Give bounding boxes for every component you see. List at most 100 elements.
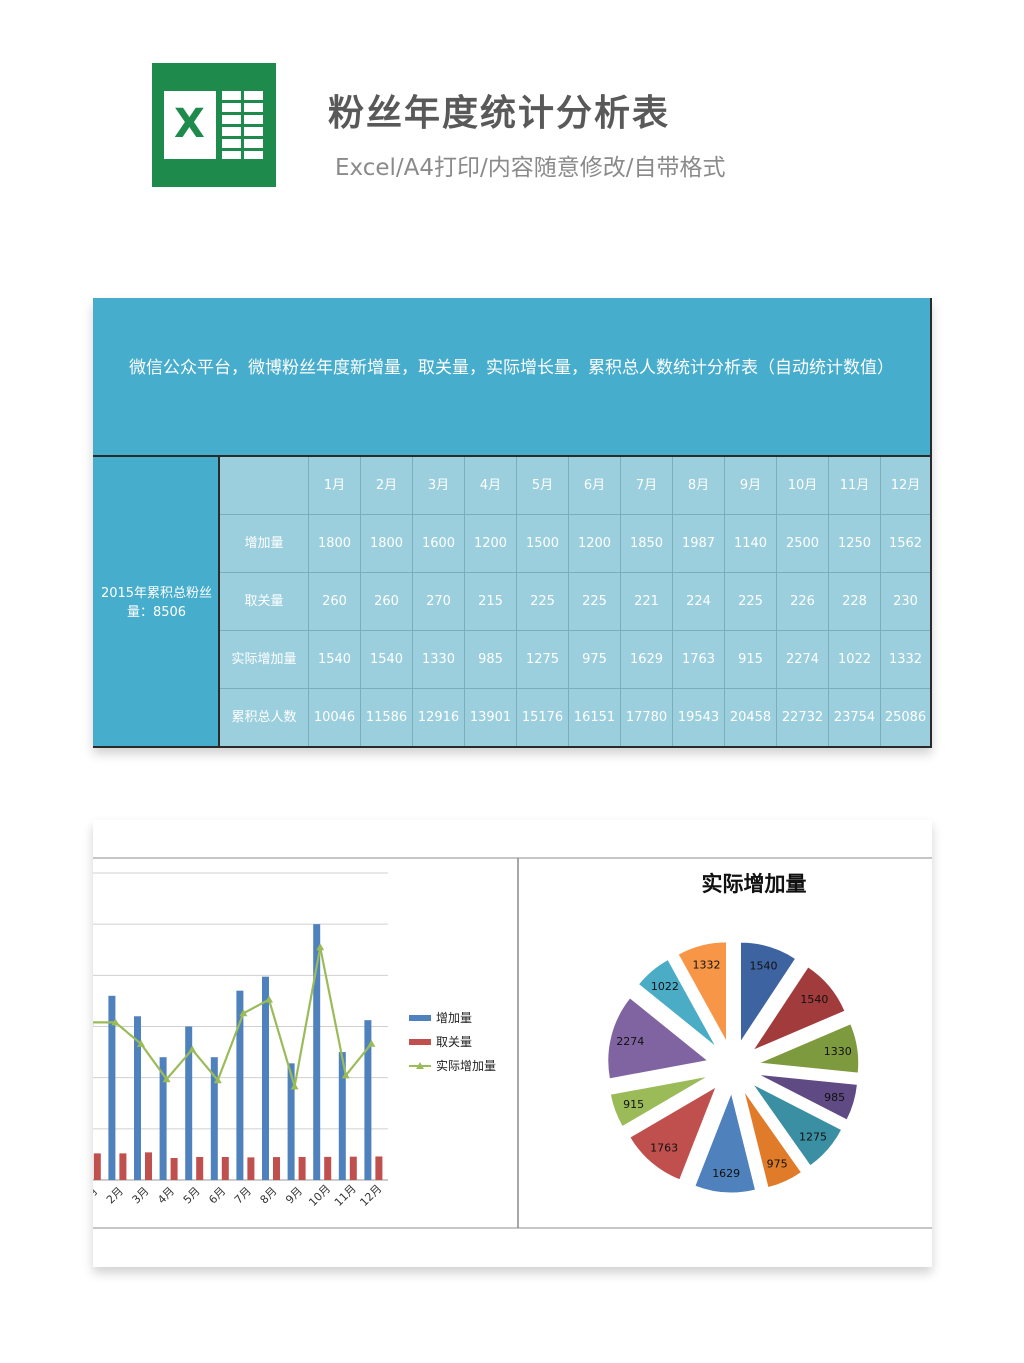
table-heading-cell[interactable]: 微信公众平台，微博粉丝年度新增量，取关量，实际增长量，累积总人数统计分析表（自动…	[93, 298, 932, 457]
month-header-cell[interactable]: 4月	[465, 457, 517, 515]
bar-unfollow	[247, 1157, 255, 1180]
pie-data-label: 1629	[712, 1167, 740, 1180]
month-header-row: 1月 2月 3月 4月 5月 6月 7月 8月 9月 10月 11月 12月	[220, 457, 930, 515]
table-cell[interactable]: 12916	[413, 689, 465, 746]
bar-unfollow	[93, 1153, 101, 1180]
table-cell[interactable]: 25086	[881, 689, 930, 746]
month-header-cell[interactable]: 3月	[413, 457, 465, 515]
pie-data-label: 975	[767, 1157, 788, 1170]
table-cell[interactable]: 225	[725, 573, 777, 631]
table-cell[interactable]: 230	[881, 573, 930, 631]
side-total-label: 2015年累积总粉丝量：8506	[100, 586, 213, 620]
table-cell[interactable]: 1200	[569, 515, 621, 573]
pie-data-label: 915	[623, 1098, 644, 1111]
stats-table: 微信公众平台，微博粉丝年度新增量，取关量，实际增长量，累积总人数统计分析表（自动…	[93, 298, 932, 748]
table-cell[interactable]: 13901	[465, 689, 517, 746]
month-header-cell[interactable]: 2月	[361, 457, 413, 515]
table-cell[interactable]: 19543	[673, 689, 725, 746]
table-cell[interactable]: 10046	[309, 689, 361, 746]
bar-unfollow	[221, 1156, 229, 1180]
table-cell[interactable]: 225	[517, 573, 569, 631]
pie-data-label: 1540	[800, 993, 828, 1006]
table-cell[interactable]: 1330	[413, 631, 465, 689]
bar-unfollow	[170, 1157, 178, 1180]
legend-swatch	[409, 1015, 431, 1021]
table-cell[interactable]: 221	[621, 573, 673, 631]
corner-cell[interactable]	[220, 457, 309, 515]
table-cell[interactable]: 17780	[621, 689, 673, 746]
table-cell[interactable]: 1629	[621, 631, 673, 689]
table-cell[interactable]: 226	[777, 573, 829, 631]
table-cell[interactable]: 1200	[465, 515, 517, 573]
table-cell[interactable]: 1250	[829, 515, 881, 573]
table-cell[interactable]: 215	[465, 573, 517, 631]
month-header-cell[interactable]: 1月	[309, 457, 361, 515]
bar-unfollow	[273, 1157, 280, 1180]
table-cell[interactable]: 225	[569, 573, 621, 631]
pie-data-label: 985	[824, 1091, 845, 1104]
row-label[interactable]: 实际增加量	[220, 631, 309, 689]
month-header-cell[interactable]: 5月	[517, 457, 569, 515]
table-cell[interactable]: 1140	[725, 515, 777, 573]
month-header-cell[interactable]: 12月	[881, 457, 930, 515]
table-cell[interactable]: 915	[725, 631, 777, 689]
row-label[interactable]: 增加量	[220, 515, 309, 573]
table-cell[interactable]: 15176	[517, 689, 569, 746]
bar-unfollow	[298, 1156, 306, 1180]
x-tick-label: 5月	[181, 1185, 203, 1207]
table-row-net: 实际增加量 1540 1540 1330 985 1275 975 1629 1…	[220, 631, 930, 689]
row-label[interactable]: 取关量	[220, 573, 309, 631]
side-total-cell[interactable]: 2015年累积总粉丝量：8506	[93, 457, 220, 748]
table-cell[interactable]: 2274	[777, 631, 829, 689]
x-tick-label: 3月	[130, 1185, 152, 1207]
table-cell[interactable]: 1540	[309, 631, 361, 689]
table-cell[interactable]: 16151	[569, 689, 621, 746]
table-cell[interactable]: 1763	[673, 631, 725, 689]
table-cell[interactable]: 2500	[777, 515, 829, 573]
month-header-cell[interactable]: 10月	[777, 457, 829, 515]
x-tick-label: 11月	[332, 1182, 359, 1209]
table-cell[interactable]: 260	[309, 573, 361, 631]
table-cell[interactable]: 1850	[621, 515, 673, 573]
row-label[interactable]: 累积总人数	[220, 689, 309, 746]
table-cell[interactable]: 22732	[777, 689, 829, 746]
table-cell[interactable]: 1600	[413, 515, 465, 573]
month-header-cell[interactable]: 7月	[621, 457, 673, 515]
table-cell[interactable]: 1987	[673, 515, 725, 573]
table-cell[interactable]: 270	[413, 573, 465, 631]
table-cell[interactable]: 1562	[881, 515, 930, 573]
table-cell[interactable]: 1275	[517, 631, 569, 689]
table-cell[interactable]: 11586	[361, 689, 413, 746]
table-cell[interactable]: 20458	[725, 689, 777, 746]
table-cell[interactable]: 1022	[829, 631, 881, 689]
table-cell[interactable]: 224	[673, 573, 725, 631]
x-tick-label: 10月	[306, 1182, 333, 1209]
table-cell[interactable]: 260	[361, 573, 413, 631]
page-title: 粉丝年度统计分析表	[328, 93, 671, 134]
pie-data-label: 1332	[693, 958, 721, 971]
table-row-increase: 增加量 1800 1800 1600 1200 1500 1200 1850 1…	[220, 515, 930, 573]
table-cell[interactable]: 985	[465, 631, 517, 689]
table-cell[interactable]: 1800	[361, 515, 413, 573]
excel-logo: X	[152, 63, 276, 187]
table-cell[interactable]: 1332	[881, 631, 930, 689]
table-cell[interactable]: 23754	[829, 689, 881, 746]
bar-increase	[262, 976, 269, 1180]
x-tick-label: 2月	[104, 1185, 126, 1207]
table-cell[interactable]: 228	[829, 573, 881, 631]
legend-label: 增加量	[436, 1011, 472, 1025]
table-cell[interactable]: 975	[569, 631, 621, 689]
bar-unfollow	[196, 1156, 204, 1180]
month-header-cell[interactable]: 6月	[569, 457, 621, 515]
pie-data-label: 2274	[616, 1035, 644, 1048]
table-cell[interactable]: 1500	[517, 515, 569, 573]
table-cell[interactable]: 1800	[309, 515, 361, 573]
x-tick-label: 7月	[232, 1185, 254, 1207]
pie-data-label: 1330	[824, 1045, 852, 1058]
x-tick-label: 9月	[283, 1185, 305, 1207]
month-header-cell[interactable]: 8月	[673, 457, 725, 515]
table-cell[interactable]: 1540	[361, 631, 413, 689]
legend-label: 实际增加量	[436, 1058, 496, 1073]
month-header-cell[interactable]: 11月	[829, 457, 881, 515]
month-header-cell[interactable]: 9月	[725, 457, 777, 515]
